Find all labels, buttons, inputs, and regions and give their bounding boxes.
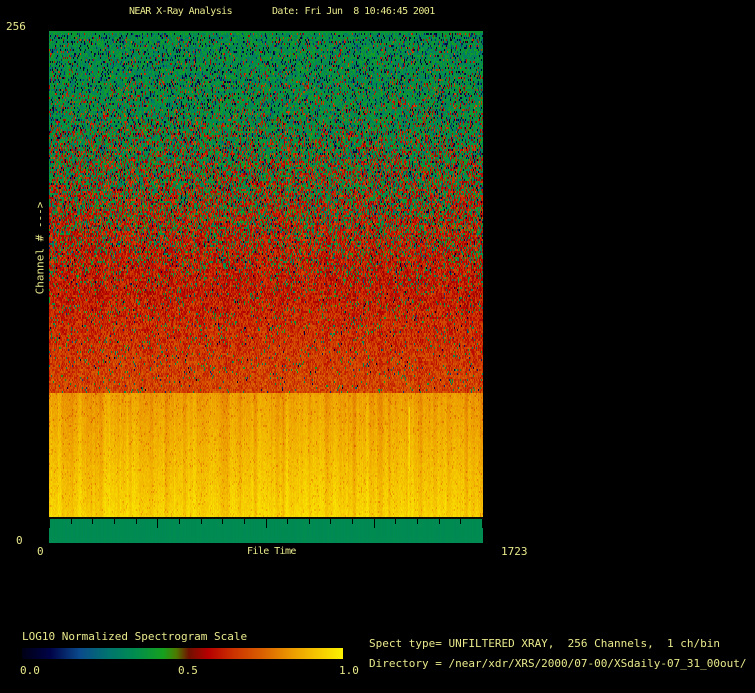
x-axis-min-label: 0 bbox=[37, 545, 44, 558]
y-axis-max-label: 256 bbox=[6, 20, 26, 33]
x-axis-max-label: 1723 bbox=[501, 545, 528, 558]
colorbar-tick-mid: 0.5 bbox=[178, 664, 198, 677]
colorbar-gradient bbox=[22, 648, 343, 659]
y-axis-min-label: 0 bbox=[16, 534, 23, 547]
colorbar-tick-min: 0.0 bbox=[20, 664, 40, 677]
xray-analysis-window: NEAR X-Ray Analysis Date: Fri Jun 8 10:4… bbox=[0, 0, 755, 693]
x-axis-title: File Time bbox=[247, 546, 296, 557]
y-axis-title: Channel # ---> bbox=[33, 201, 47, 295]
page-title: NEAR X-Ray Analysis bbox=[129, 6, 233, 17]
spect-type-line: Spect type= UNFILTERED XRAY, 256 Channel… bbox=[369, 637, 720, 650]
colorbar-title: LOG10 Normalized Spectrogram Scale bbox=[22, 630, 248, 643]
directory-line: Directory = /near/xdr/XRS/2000/07-00/XSd… bbox=[369, 657, 747, 670]
date-label: Date: Fri Jun 8 10:46:45 2001 bbox=[272, 6, 435, 17]
colorbar-tick-max: 1.0 bbox=[339, 664, 359, 677]
spectrogram-image bbox=[49, 31, 483, 543]
